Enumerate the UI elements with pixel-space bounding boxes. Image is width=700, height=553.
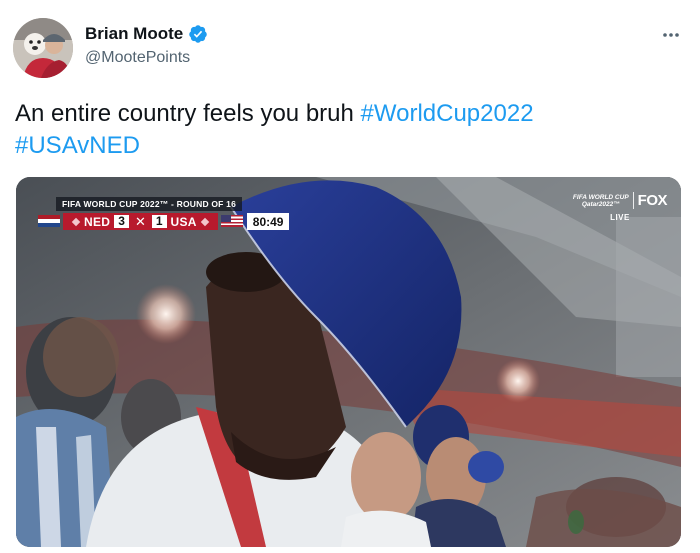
diamond-icon [200, 217, 210, 226]
home-team: NED [84, 214, 111, 229]
more-options-icon[interactable] [660, 24, 682, 46]
away-team: USA [170, 214, 197, 229]
tweet-body: An entire country feels you bruh [15, 100, 354, 127]
scorebug: FIFA WORLD CUP 2022™ - ROUND OF 16 NED 3… [38, 194, 290, 230]
broadcaster-row: FIFA WORLD CUP Qatar2022™ FOX [573, 192, 668, 209]
author-block[interactable]: Brian Moote @MootePoints [85, 24, 208, 67]
usa-flag-icon [220, 215, 243, 227]
live-indicator: LIVE [610, 213, 630, 222]
author-name-row: Brian Moote [85, 24, 208, 44]
diamond-icon [71, 217, 81, 226]
scorebug-bar: NED 3 ✕ 1 USA [63, 213, 218, 230]
network-logo: FOX [637, 192, 668, 209]
event-logo-line2: Qatar2022™ [581, 200, 620, 208]
avatar-image [13, 18, 73, 78]
away-score: 1 [151, 215, 167, 228]
scorebug-title: FIFA WORLD CUP 2022™ - ROUND OF 16 [56, 197, 242, 211]
verified-badge-icon [189, 25, 207, 43]
media-scene [16, 177, 681, 547]
netherlands-flag-icon [38, 215, 60, 227]
match-clock: 80:49 [246, 213, 290, 230]
home-score: 3 [114, 215, 129, 228]
versus-icon: ✕ [134, 213, 146, 229]
broadcaster-logo: FIFA WORLD CUP Qatar2022™ FOX LIVE [573, 192, 668, 222]
author-display-name[interactable]: Brian Moote [85, 24, 183, 44]
event-logo: FIFA WORLD CUP Qatar2022™ [573, 194, 629, 208]
tweet-text: An entire country feels you bruh #WorldC… [15, 98, 680, 162]
scorebug-main: NED 3 ✕ 1 USA 80:49 [38, 213, 290, 230]
logo-divider [632, 192, 634, 209]
avatar[interactable] [13, 18, 73, 78]
hashtag-link[interactable]: #USAvNED [15, 132, 140, 159]
event-logo-line1: FIFA WORLD CUP [572, 193, 629, 201]
tweet-media[interactable]: FIFA WORLD CUP 2022™ - ROUND OF 16 NED 3… [16, 177, 681, 547]
author-handle[interactable]: @MootePoints [85, 49, 208, 67]
hashtag-link[interactable]: #WorldCup2022 [361, 100, 534, 127]
